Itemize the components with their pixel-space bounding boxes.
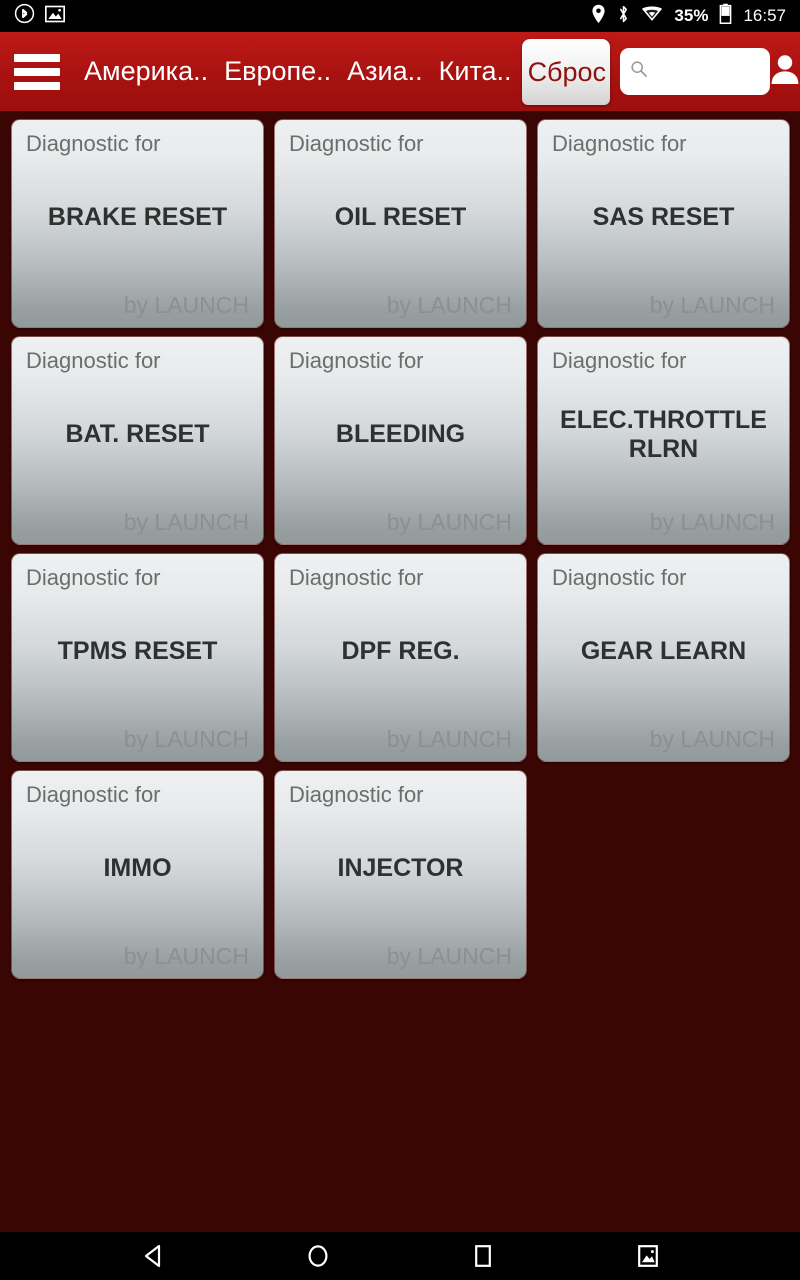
hamburger-bar <box>14 67 60 76</box>
card-title: IMMO <box>103 854 172 883</box>
card-vendor: by LAUNCH <box>649 509 775 535</box>
card-bleeding[interactable]: Diagnostic for BLEEDING by LAUNCH <box>274 336 527 545</box>
search-icon <box>630 60 648 83</box>
wifi-icon <box>641 5 663 27</box>
card-immo[interactable]: Diagnostic for IMMO by LAUNCH <box>11 770 264 979</box>
battery-icon <box>719 3 732 29</box>
card-oil-reset[interactable]: Diagnostic for OIL RESET by LAUNCH <box>274 119 527 328</box>
card-title: INJECTOR <box>337 854 464 883</box>
battery-percent-label: 35% <box>674 6 709 25</box>
diagnostic-card-grid: Diagnostic for BRAKE RESET by LAUNCH Dia… <box>11 119 800 979</box>
card-title: BAT. RESET <box>65 420 210 449</box>
card-elec-throttle-rlrn[interactable]: Diagnostic for ELEC.THROTTLE RLRN by LAU… <box>537 336 790 545</box>
card-kicker: Diagnostic for <box>552 565 687 590</box>
card-vendor: by LAUNCH <box>386 292 512 318</box>
recents-icon[interactable] <box>453 1232 513 1280</box>
status-bar-left-icons <box>14 3 65 29</box>
status-bar: 35% 16:57 <box>0 0 800 32</box>
screenshot-icon[interactable] <box>618 1232 678 1280</box>
card-injector[interactable]: Diagnostic for INJECTOR by LAUNCH <box>274 770 527 979</box>
android-navigation-bar <box>0 1232 800 1280</box>
search-input[interactable] <box>647 60 760 83</box>
back-icon[interactable] <box>123 1232 183 1280</box>
tab-asia[interactable]: Азиа.. <box>339 32 431 111</box>
card-tpms-reset[interactable]: Diagnostic for TPMS RESET by LAUNCH <box>11 553 264 762</box>
tab-china[interactable]: Кита.. <box>431 32 520 111</box>
card-title: ELEC.THROTTLE RLRN <box>560 405 767 464</box>
tab-america[interactable]: Америка.. <box>76 32 216 111</box>
app-header: Америка.. Европе.. Азиа.. Кита.. Сброс <box>0 32 800 111</box>
card-title: BLEEDING <box>335 420 466 449</box>
card-kicker: Diagnostic for <box>26 565 161 590</box>
card-kicker: Diagnostic for <box>289 348 424 373</box>
card-vendor: by LAUNCH <box>123 509 249 535</box>
hamburger-bar <box>14 81 60 90</box>
screenshot-icon <box>45 5 65 28</box>
card-title: TPMS RESET <box>57 637 218 666</box>
bluetooth-icon <box>617 4 630 29</box>
card-vendor: by LAUNCH <box>123 943 249 969</box>
card-title: SAS RESET <box>592 203 735 232</box>
card-dpf-reg[interactable]: Diagnostic for DPF REG. by LAUNCH <box>274 553 527 762</box>
card-title: BRAKE RESET <box>47 203 228 232</box>
card-kicker: Diagnostic for <box>26 782 161 807</box>
card-kicker: Diagnostic for <box>289 782 424 807</box>
card-vendor: by LAUNCH <box>649 292 775 318</box>
location-pin-icon <box>591 4 606 29</box>
status-bar-right-icons: 35% 16:57 <box>591 3 786 29</box>
hamburger-bar <box>14 53 60 62</box>
card-kicker: Diagnostic for <box>552 131 687 156</box>
card-vendor: by LAUNCH <box>386 943 512 969</box>
card-vendor: by LAUNCH <box>123 726 249 752</box>
card-kicker: Diagnostic for <box>552 348 687 373</box>
card-brake-reset[interactable]: Diagnostic for BRAKE RESET by LAUNCH <box>11 119 264 328</box>
card-kicker: Diagnostic for <box>289 565 424 590</box>
card-vendor: by LAUNCH <box>649 726 775 752</box>
card-kicker: Diagnostic for <box>289 131 424 156</box>
user-avatar-icon[interactable] <box>770 53 800 90</box>
diagnostic-grid-container: Diagnostic for BRAKE RESET by LAUNCH Dia… <box>0 111 800 1232</box>
card-vendor: by LAUNCH <box>386 726 512 752</box>
home-icon[interactable] <box>288 1232 348 1280</box>
hamburger-menu-icon[interactable] <box>14 53 60 90</box>
bluetooth-circle-icon <box>14 3 35 29</box>
tab-europe[interactable]: Европе.. <box>216 32 339 111</box>
card-title: DPF REG. <box>341 637 460 666</box>
search-box[interactable] <box>619 48 770 95</box>
card-gear-learn[interactable]: Diagnostic for GEAR LEARN by LAUNCH <box>537 553 790 762</box>
card-kicker: Diagnostic for <box>26 348 161 373</box>
card-title: GEAR LEARN <box>580 637 747 666</box>
status-bar-clock: 16:57 <box>743 6 786 25</box>
card-vendor: by LAUNCH <box>386 509 512 535</box>
tab-bar: Америка.. Европе.. Азиа.. Кита.. Сброс <box>76 32 612 111</box>
card-vendor: by LAUNCH <box>123 292 249 318</box>
card-kicker: Diagnostic for <box>26 131 161 156</box>
tab-reset-active[interactable]: Сброс <box>521 38 610 105</box>
card-title: OIL RESET <box>334 203 467 232</box>
card-sas-reset[interactable]: Diagnostic for SAS RESET by LAUNCH <box>537 119 790 328</box>
card-bat-reset[interactable]: Diagnostic for BAT. RESET by LAUNCH <box>11 336 264 545</box>
